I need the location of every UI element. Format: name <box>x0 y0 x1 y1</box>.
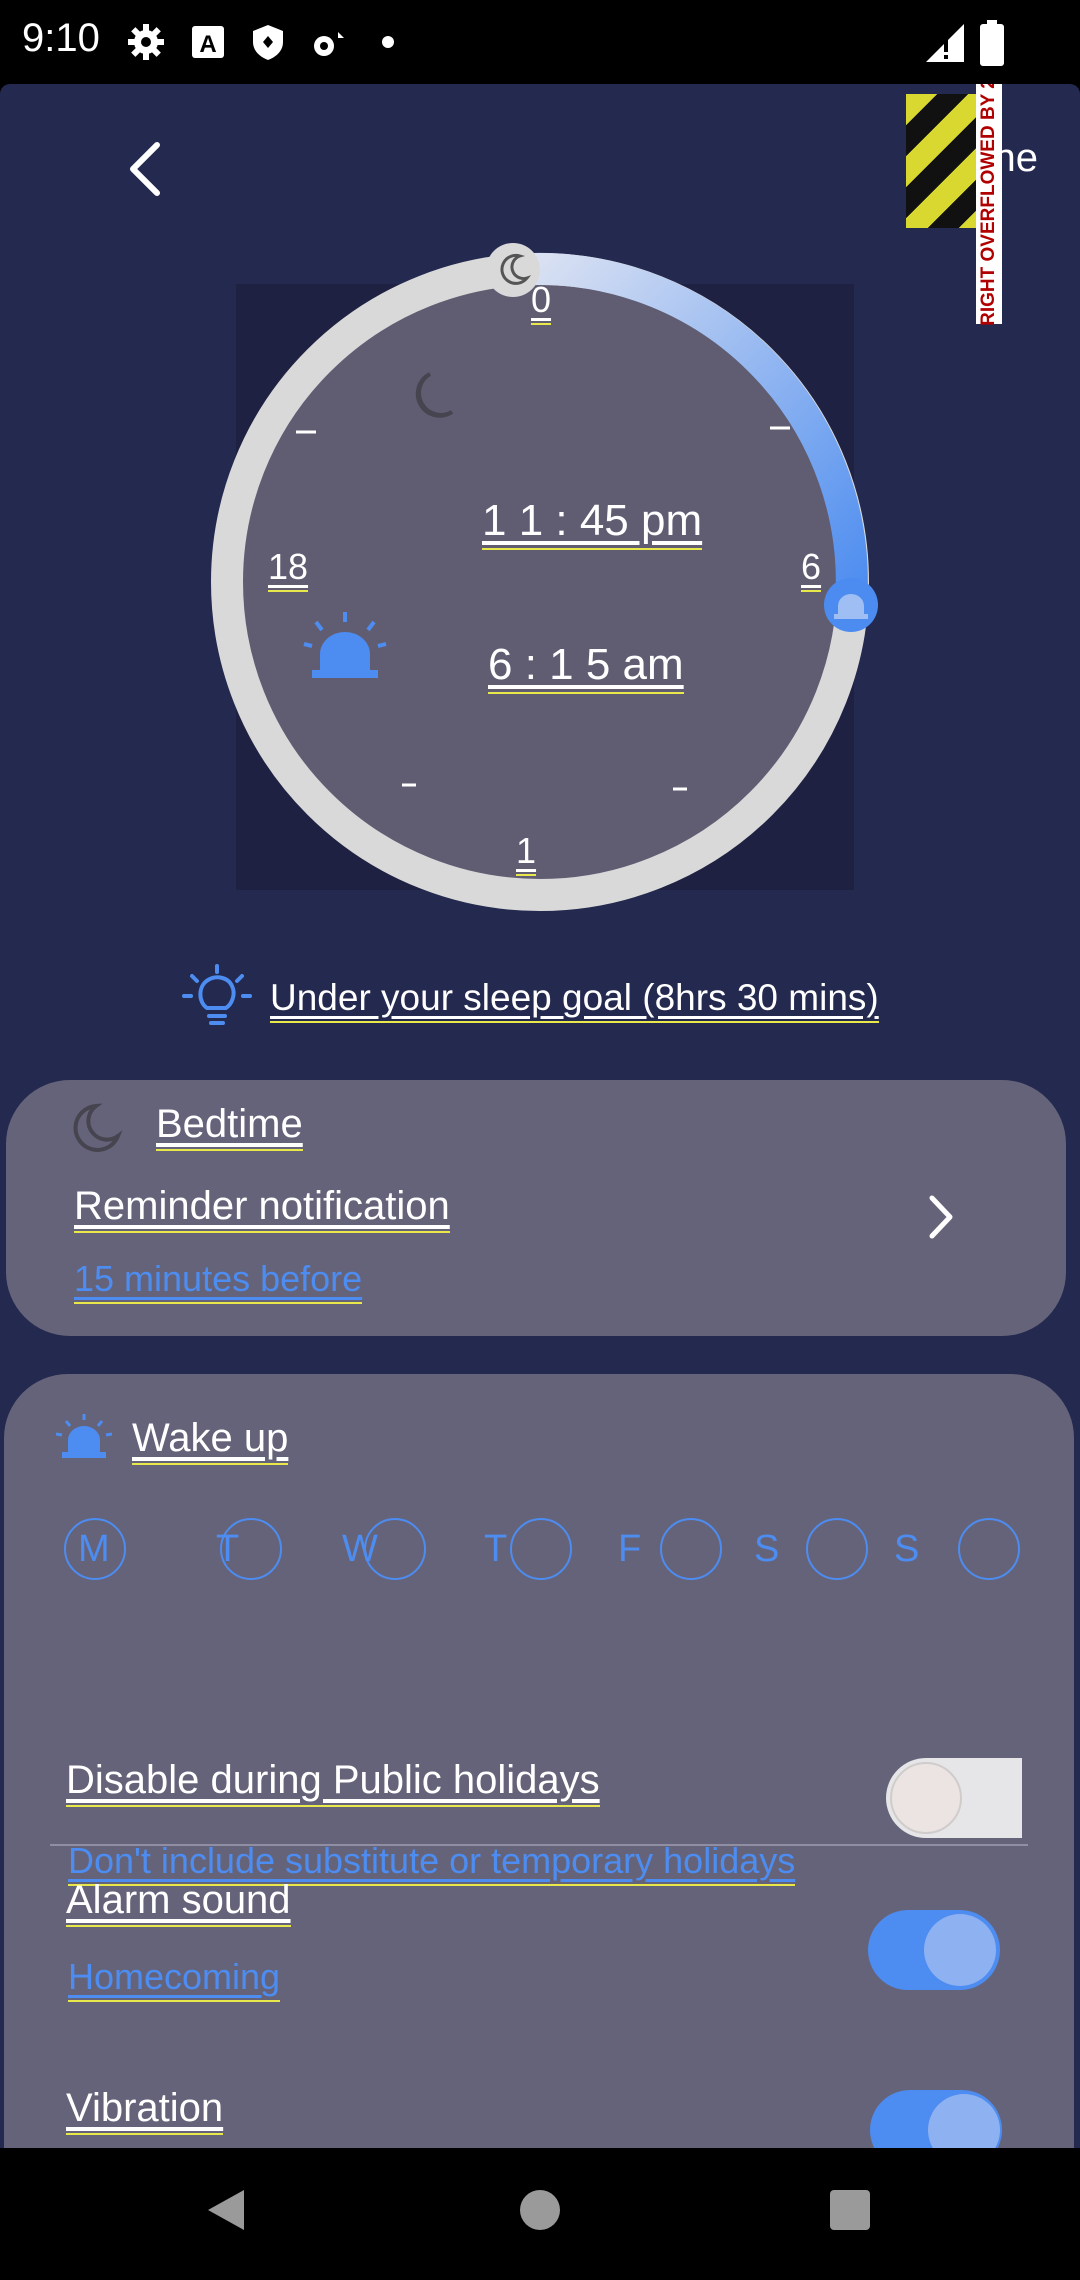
day-label: S <box>894 1528 920 1570</box>
circle-home-icon <box>520 2190 560 2230</box>
toggle-knob <box>890 1762 962 1834</box>
day-label: M <box>78 1528 110 1570</box>
toggle-knob <box>924 1914 996 1986</box>
day-circle <box>220 1518 282 1580</box>
square-recents-icon <box>830 2190 870 2230</box>
nav-recents-button[interactable] <box>820 2180 880 2240</box>
day-selector-sunday[interactable]: S <box>892 1516 1020 1582</box>
overflow-warning-text: RIGHT OVERFLOWED BY 2 <box>978 84 999 326</box>
svg-text:A: A <box>199 31 216 58</box>
day-label: F <box>618 1528 642 1570</box>
status-time: 9:10 <box>22 16 100 60</box>
day-circle <box>364 1518 426 1580</box>
status-bar: 9:10 A <box>0 0 1080 84</box>
alarm-sound-toggle[interactable] <box>868 1910 1000 1990</box>
wakeup-title: Wake up <box>132 1416 289 1465</box>
overflow-indicator <box>906 94 976 228</box>
battery-icon <box>980 20 1004 66</box>
holidays-toggle[interactable] <box>886 1758 1022 1838</box>
chevron-left-icon <box>130 142 160 196</box>
day-circle <box>958 1518 1020 1580</box>
day-selector-wednesday[interactable]: W <box>340 1516 440 1582</box>
dot-icon <box>382 36 394 48</box>
wake-time: 6 : 1 5 am <box>488 640 684 694</box>
day-label: T <box>484 1528 508 1570</box>
reminder-label: Reminder notification <box>74 1184 450 1233</box>
wakeup-card: Wake up M T W T F S S Disable during Pub… <box>4 1374 1074 2148</box>
toggle-knob <box>928 2094 1000 2148</box>
vibration-label: Vibration <box>66 2086 224 2135</box>
signal-icon <box>926 24 964 62</box>
chevron-right-icon <box>929 1195 953 1239</box>
nav-back-button[interactable] <box>196 2180 256 2240</box>
day-selector-thursday[interactable]: T <box>480 1516 590 1582</box>
sleep-schedule-screen: Done RIGHT OVERFLOWED BY 2 <box>0 84 1080 2148</box>
holidays-label: Disable during Public holidays <box>66 1758 600 1807</box>
lightbulb-icon <box>182 964 252 1025</box>
dial-label-right: 6 <box>801 546 822 592</box>
bedtime-card: Bedtime Reminder notification 15 minutes… <box>6 1080 1066 1336</box>
day-selector-monday[interactable]: M <box>62 1516 128 1582</box>
sleep-goal-text: Under your sleep goal (8hrs 30 mins) <box>270 977 879 1023</box>
dial-label-bottom: 1 <box>516 830 537 876</box>
wake-handle[interactable] <box>824 578 878 632</box>
day-circle <box>660 1518 722 1580</box>
moon-icon <box>73 1103 123 1152</box>
back-button[interactable] <box>110 134 180 204</box>
sleep-goal-row: Under your sleep goal (8hrs 30 mins) <box>182 964 879 1036</box>
alarm-sound-value[interactable]: Homecoming <box>68 1956 281 2002</box>
dial-label-top: 0 <box>531 279 552 325</box>
triangle-back-icon <box>208 2190 244 2230</box>
dial-label-left: 18 <box>268 546 309 592</box>
a-badge-icon: A <box>192 26 224 58</box>
alarm-sound-label: Alarm sound <box>66 1878 291 1927</box>
day-selector-tuesday[interactable]: T <box>210 1516 290 1582</box>
day-label: S <box>754 1528 780 1570</box>
day-circle <box>510 1518 572 1580</box>
fan-icon <box>314 28 344 56</box>
bedtime-title: Bedtime <box>156 1102 303 1151</box>
divider <box>50 1844 1028 1846</box>
shield-icon <box>253 25 283 60</box>
reminder-value: 15 minutes before <box>74 1258 363 1304</box>
day-selector-friday[interactable]: F <box>616 1516 736 1582</box>
navigation-bar <box>0 2148 1080 2280</box>
day-selector-saturday[interactable]: S <box>752 1516 878 1582</box>
bedtime-time: 1 1 : 45 pm <box>482 496 703 550</box>
overflow-warning: RIGHT OVERFLOWED BY 2 <box>976 84 1002 326</box>
gear-icon <box>128 24 164 60</box>
vibration-toggle[interactable] <box>870 2090 1002 2148</box>
alarm-icon <box>55 1414 113 1458</box>
day-circle <box>806 1518 868 1580</box>
reminder-notification-row[interactable]: Reminder notification 15 minutes before <box>6 1160 1066 1320</box>
nav-home-button[interactable] <box>510 2180 570 2240</box>
